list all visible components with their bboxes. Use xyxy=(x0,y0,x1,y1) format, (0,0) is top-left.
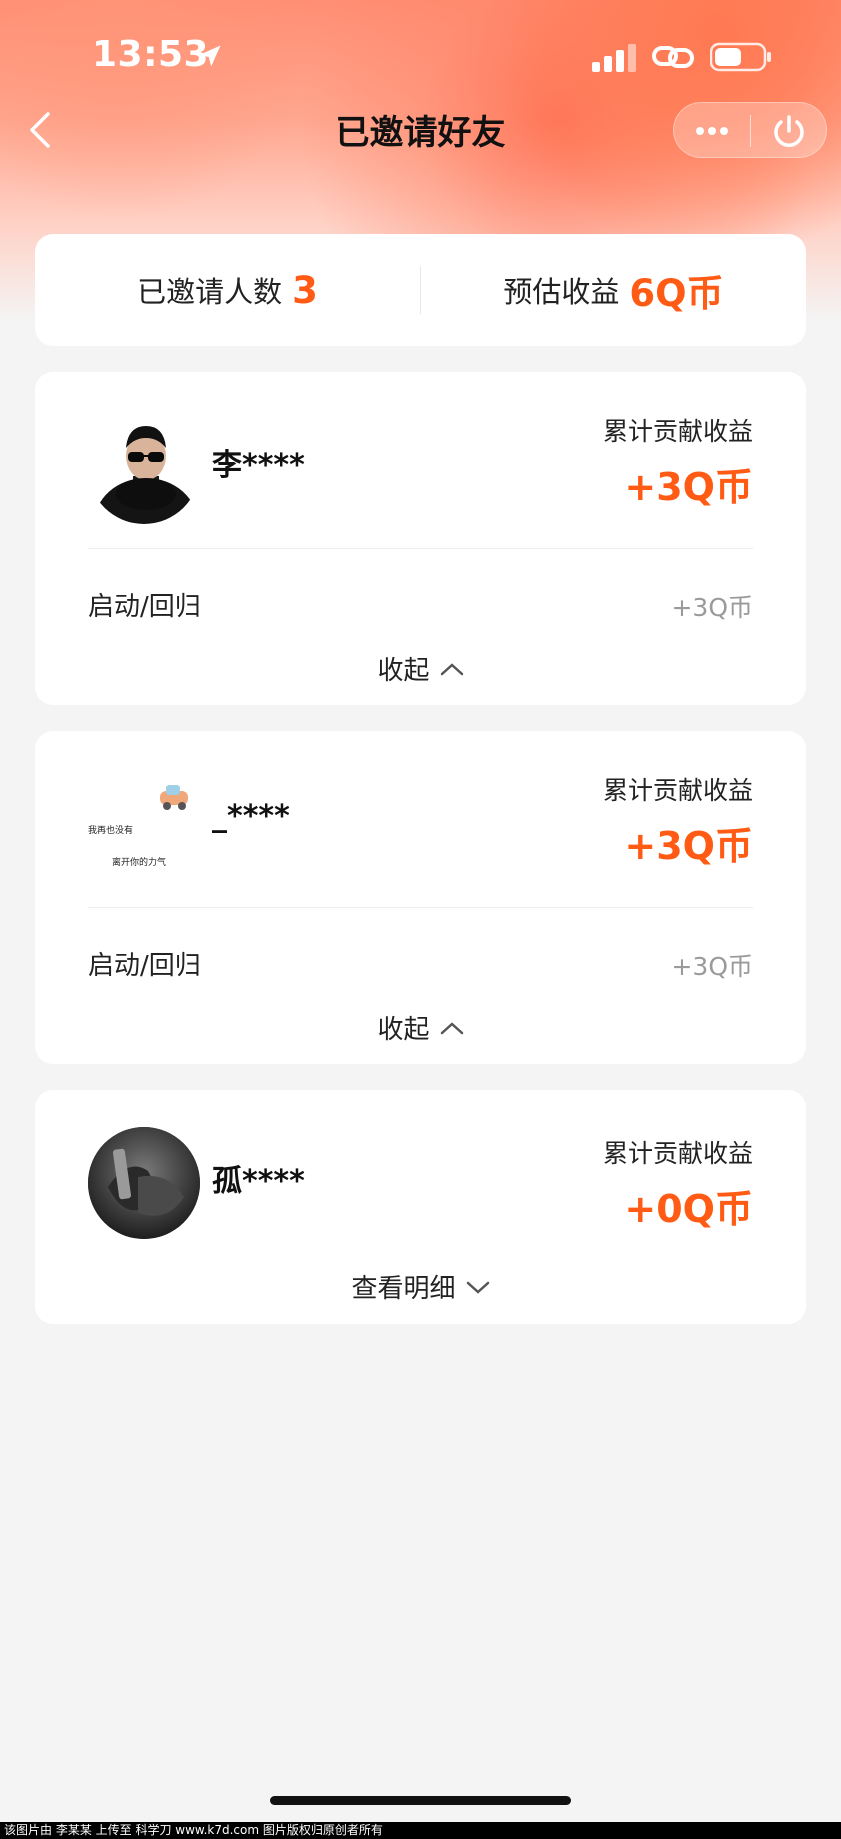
home-indicator xyxy=(270,1796,571,1805)
toggle-label: 收起 xyxy=(377,1015,430,1045)
watermark-bar: 该图片由 李某某 上传至 科学刀 www.k7d.com 图片版权归原创者所有 xyxy=(0,1822,841,1839)
link-icon xyxy=(652,46,694,68)
contribution-label: 累计贡献收益 xyxy=(602,417,753,446)
battery-icon xyxy=(710,42,771,72)
invited-count-label: 已邀请人数 xyxy=(137,275,283,309)
capsule-divider xyxy=(750,115,751,147)
contribution-label: 累计贡献收益 xyxy=(602,1139,753,1168)
contribution-value: +3Q币 xyxy=(624,824,753,868)
collapse-toggle[interactable]: 收起 xyxy=(35,1009,806,1046)
avatar-image xyxy=(94,426,198,524)
detail-value: +3Q币 xyxy=(671,952,753,981)
avatar xyxy=(88,412,200,524)
friend-card: 我再也没有 离开你的力气 _**** 累计贡献收益 +3Q币 启动/回归 +3Q… xyxy=(35,731,806,1064)
signal-icon xyxy=(592,44,636,72)
friend-card: 孤**** 累计贡献收益 +0Q币 查看明细 xyxy=(35,1090,806,1324)
chevron-down-icon xyxy=(466,1281,489,1294)
avatar xyxy=(88,1127,200,1239)
detail-label: 启动/回归 xyxy=(88,592,201,622)
avatar: 我再也没有 离开你的力气 xyxy=(88,771,200,883)
avatar-caption-line-2: 离开你的力气 xyxy=(112,858,167,868)
mini-program-capsule xyxy=(673,102,827,158)
view-details-toggle[interactable]: 查看明细 xyxy=(35,1268,806,1305)
detail-value: +3Q币 xyxy=(671,593,753,622)
chevron-up-icon xyxy=(440,662,463,675)
friend-name: 李**** xyxy=(212,448,305,483)
location-arrow-icon xyxy=(199,45,221,67)
summary-card: 已邀请人数 3 预估收益 6Q币 xyxy=(35,234,806,346)
invited-count-value: 3 xyxy=(292,268,318,312)
invited-count-cell: 已邀请人数 3 xyxy=(35,234,420,346)
collapse-toggle[interactable]: 收起 xyxy=(35,650,806,687)
row-divider xyxy=(88,548,753,549)
contribution-value: +0Q币 xyxy=(624,1187,753,1231)
friend-card: 李**** 累计贡献收益 +3Q币 启动/回归 +3Q币 收起 xyxy=(35,372,806,705)
contribution-label: 累计贡献收益 xyxy=(602,776,753,805)
estimated-earnings-value: 6Q币 xyxy=(629,272,724,315)
estimated-earnings-label: 预估收益 xyxy=(503,275,620,309)
power-icon[interactable] xyxy=(770,113,808,151)
status-bar: 13:53 xyxy=(0,0,841,110)
estimated-earnings-cell: 预估收益 6Q币 xyxy=(421,234,806,346)
status-time: 13:53 xyxy=(92,34,210,75)
friend-name: _**** xyxy=(212,799,290,834)
friend-name: 孤**** xyxy=(212,1164,305,1199)
toggle-label: 查看明细 xyxy=(351,1274,456,1304)
row-divider xyxy=(88,907,753,908)
detail-label: 启动/回归 xyxy=(88,951,201,981)
chevron-up-icon xyxy=(440,1021,463,1034)
avatar-caption-line-1: 我再也没有 xyxy=(88,826,134,836)
toggle-label: 收起 xyxy=(377,656,430,686)
avatar-image xyxy=(88,1127,200,1239)
contribution-value: +3Q币 xyxy=(624,465,753,509)
more-icon[interactable] xyxy=(692,119,732,143)
